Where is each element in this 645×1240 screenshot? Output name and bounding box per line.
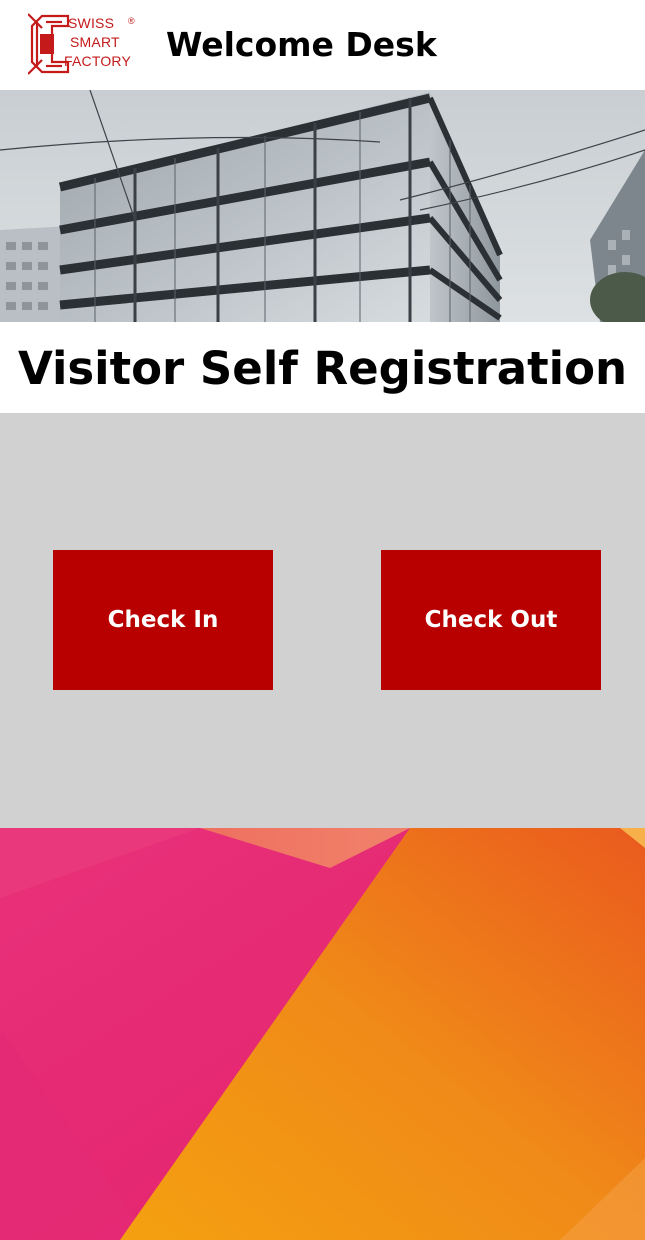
- app-title: Welcome Desk: [166, 25, 437, 64]
- gradient-art: [0, 828, 645, 1240]
- actions-panel: Check In Check Out: [0, 413, 645, 828]
- logo-line-3: FACTORY: [64, 53, 132, 69]
- header: SWISS SMART FACTORY ® Welcome Desk: [0, 0, 645, 90]
- decorative-background: [0, 828, 645, 1240]
- page-title: Visitor Self Registration: [17, 342, 628, 395]
- check-in-button[interactable]: Check In: [53, 550, 273, 690]
- title-band: Visitor Self Registration: [0, 322, 645, 413]
- check-out-button[interactable]: Check Out: [381, 550, 601, 690]
- registered-mark: ®: [128, 16, 135, 26]
- company-logo: SWISS SMART FACTORY ®: [28, 12, 140, 76]
- office-building-photo: [0, 90, 645, 322]
- hero-image: [0, 90, 645, 322]
- logo-line-2: SMART: [70, 34, 120, 50]
